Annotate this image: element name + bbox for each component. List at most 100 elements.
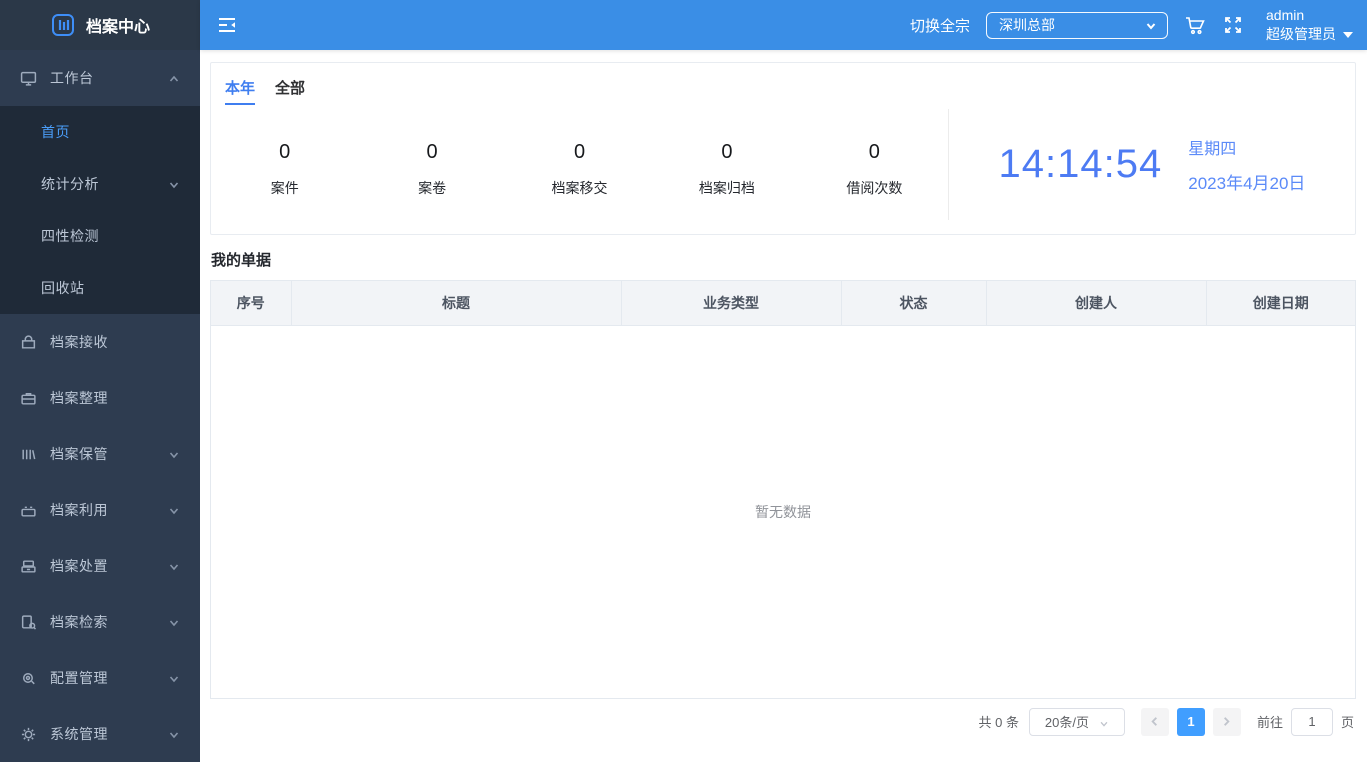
clock-panel: 14:14:54 星期四 2023年4月20日 xyxy=(948,109,1355,220)
switch-archive-label: 切换全宗 xyxy=(909,17,970,35)
sidebar-item-label: 档案检索 xyxy=(50,614,108,630)
pagination: 共 0 条 20条/页 1 前往 1 页 xyxy=(210,699,1356,745)
sidebar-item-archive-receive[interactable]: 档案接收 xyxy=(0,314,200,370)
column-header-status: 状态 xyxy=(841,281,987,326)
caret-down-icon xyxy=(1343,31,1353,38)
sidebar-item-label: 四性检测 xyxy=(41,228,99,244)
sidebar-item-archive-storage[interactable]: 档案保管 xyxy=(0,426,200,482)
gear-icon xyxy=(20,726,37,743)
org-select[interactable]: 深圳总部 xyxy=(986,11,1168,39)
user-role: 超级管理员 xyxy=(1266,26,1336,42)
overview-card: 本年 全部 0 案件 0 案卷 0 档案移交 0 档案归档 0 借阅次数 14:… xyxy=(210,62,1356,235)
sidebar-item-workbench[interactable]: 工作台 xyxy=(0,50,200,106)
briefcase-icon xyxy=(20,390,37,407)
documents-section: 我的单据 序号 标题 业务类型 状态 创建人 创建日期 暂无数据 共 0 条 2… xyxy=(210,249,1356,745)
fullscreen-icon[interactable] xyxy=(1222,14,1244,36)
chevron-down-icon xyxy=(168,672,180,684)
overview-tabs: 本年 全部 xyxy=(211,63,1355,105)
page-unit-label: 页 xyxy=(1340,715,1354,730)
column-header-create-date: 创建日期 xyxy=(1206,281,1355,326)
chevron-down-icon xyxy=(168,504,180,516)
sidebar-item-system-management[interactable]: 系统管理 xyxy=(0,706,200,762)
drawer-icon xyxy=(20,558,37,575)
sidebar-item-statistics[interactable]: 统计分析 xyxy=(0,158,200,210)
chevron-down-icon xyxy=(168,616,180,628)
chevron-down-icon xyxy=(1145,19,1157,31)
sidebar-item-archive-search[interactable]: 档案检索 xyxy=(0,594,200,650)
column-header-creator: 创建人 xyxy=(986,281,1207,326)
stat-label: 档案归档 xyxy=(698,180,755,196)
stat-value: 0 xyxy=(868,141,880,163)
sidebar-item-label: 档案保管 xyxy=(50,446,108,462)
documents-title: 我的单据 xyxy=(211,252,272,269)
main-area: 切换全宗 深圳总部 admin 超级管理员 本年 全部 0 案件 0 案卷 0 … xyxy=(200,0,1367,762)
stat-value: 0 xyxy=(279,141,291,163)
app-title: 档案中心 xyxy=(85,19,150,36)
tab-all[interactable]: 全部 xyxy=(275,77,305,105)
sidebar-item-label: 统计分析 xyxy=(41,176,99,192)
user-menu[interactable]: admin 超级管理员 xyxy=(1266,6,1353,44)
sidebar-item-label: 首页 xyxy=(41,124,70,140)
sidebar-item-archive-use[interactable]: 档案利用 xyxy=(0,482,200,538)
app-logo: 档案中心 xyxy=(0,0,200,50)
chevron-down-icon xyxy=(1099,717,1109,727)
sidebar-item-label: 配置管理 xyxy=(50,670,108,686)
stat-value: 0 xyxy=(721,141,733,163)
sidebar-item-archive-organize[interactable]: 档案整理 xyxy=(0,370,200,426)
sidebar-item-label: 回收站 xyxy=(41,280,85,296)
config-search-icon xyxy=(20,670,37,687)
sidebar-item-recycle-bin[interactable]: 回收站 xyxy=(0,262,200,314)
goto-label: 前往 xyxy=(1256,715,1283,730)
stat-label: 档案移交 xyxy=(551,180,608,196)
stat-label: 案件 xyxy=(270,180,299,196)
cart-icon[interactable] xyxy=(1184,14,1206,36)
documents-table: 序号 标题 业务类型 状态 创建人 创建日期 暂无数据 xyxy=(210,280,1356,699)
stat-filed: 0 档案归档 xyxy=(653,141,800,198)
sidebar-item-four-checks[interactable]: 四性检测 xyxy=(0,210,200,262)
chevron-down-icon xyxy=(168,560,180,572)
sidebar-item-label: 档案利用 xyxy=(50,502,108,518)
sidebar-item-home[interactable]: 首页 xyxy=(0,106,200,158)
sidebar-item-label: 系统管理 xyxy=(50,726,108,742)
topbar: 切换全宗 深圳总部 admin 超级管理员 xyxy=(200,0,1367,50)
app-window: 档案中心 工作台 首页 统计分析 四性检测 回收站 档案接收 档案整理 档案保管… xyxy=(0,0,1367,762)
toolbox-icon xyxy=(20,502,37,519)
stats-row: 0 案件 0 案卷 0 档案移交 0 档案归档 0 借阅次数 xyxy=(211,105,948,234)
sidebar-item-archive-disposal[interactable]: 档案处置 xyxy=(0,538,200,594)
chevron-up-icon xyxy=(168,72,180,84)
tab-this-year[interactable]: 本年 xyxy=(225,77,256,105)
page-size-select[interactable]: 20条/页 xyxy=(1028,707,1125,736)
workbench-submenu: 首页 统计分析 四性检测 回收站 xyxy=(0,106,200,314)
page-number-1[interactable]: 1 xyxy=(1176,707,1205,736)
pagination-total: 共 0 条 xyxy=(978,715,1019,730)
sidebar-item-config-management[interactable]: 配置管理 xyxy=(0,650,200,706)
column-header-index: 序号 xyxy=(211,281,292,326)
chevron-down-icon xyxy=(168,448,180,460)
page-size-value: 20条/页 xyxy=(1044,715,1089,730)
content: 本年 全部 0 案件 0 案卷 0 档案移交 0 档案归档 0 借阅次数 14:… xyxy=(200,50,1367,762)
sidebar-menu: 工作台 首页 统计分析 四性检测 回收站 档案接收 档案整理 档案保管 档案利用… xyxy=(0,50,200,762)
sidebar-item-label: 档案处置 xyxy=(50,558,108,574)
goto-page-input[interactable] xyxy=(1290,707,1333,736)
sidebar-item-label: 工作台 xyxy=(50,70,94,86)
menu-fold-icon[interactable] xyxy=(216,14,238,36)
stat-cases: 0 案件 xyxy=(211,141,358,198)
sidebar: 档案中心 工作台 首页 统计分析 四性检测 回收站 档案接收 档案整理 档案保管… xyxy=(0,0,200,762)
stat-borrow-count: 0 借阅次数 xyxy=(801,141,948,198)
next-page-button[interactable] xyxy=(1212,707,1241,736)
chevron-down-icon xyxy=(168,728,180,740)
sidebar-item-label: 档案接收 xyxy=(50,334,108,350)
stat-value: 0 xyxy=(426,141,438,163)
prev-page-button[interactable] xyxy=(1140,707,1169,736)
stat-folders: 0 案卷 xyxy=(358,141,505,198)
clock-time: 14:14:54 xyxy=(998,142,1163,186)
username: admin xyxy=(1266,7,1305,23)
stat-label: 借阅次数 xyxy=(846,180,903,196)
books-icon xyxy=(20,446,37,463)
column-header-business-type: 业务类型 xyxy=(621,281,842,326)
empty-text: 暂无数据 xyxy=(755,503,811,520)
stat-label: 案卷 xyxy=(418,180,447,196)
archive-logo-icon xyxy=(50,12,76,38)
chevron-down-icon xyxy=(168,178,180,190)
column-header-title: 标题 xyxy=(291,281,622,326)
